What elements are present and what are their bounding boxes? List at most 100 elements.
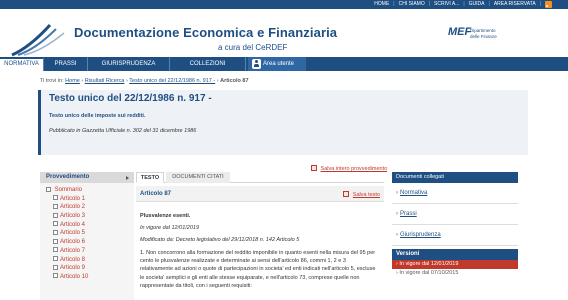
expand-icon[interactable] [53, 229, 58, 235]
expand-icon[interactable] [53, 273, 58, 279]
expand-icon[interactable] [53, 195, 58, 201]
document-subtitle: Testo unico delle imposte sui redditi. [49, 113, 146, 119]
versions-header: Versioni [392, 249, 518, 260]
separator: | [488, 1, 490, 7]
nav-normativa[interactable]: NORMATIVA [0, 57, 44, 71]
save-whole-document-link[interactable]: Salva intero provvedimento [311, 165, 387, 172]
expand-icon[interactable] [53, 256, 58, 261]
related-link-label: Giurisprudenza [400, 232, 441, 238]
breadcrumb-prefix: Ti trovi in: [40, 78, 64, 84]
breadcrumb-current: Articolo 87 [220, 78, 249, 84]
content-tabs: TESTO DOCUMENTI CITATI [136, 172, 384, 183]
top-link-area-riservata[interactable]: AREA RISERVATA [494, 1, 536, 8]
provvedimento-header[interactable]: Provvedimento [40, 172, 134, 183]
rss-icon[interactable] [545, 1, 552, 8]
site-title[interactable]: Documentazione Economica e Finanziaria [74, 25, 337, 40]
article-tree: Sommario Articolo 1 Articolo 2 Articolo … [40, 183, 134, 282]
expand-icon[interactable] [53, 221, 58, 227]
tree-item-label: Articolo 1 [60, 195, 86, 202]
tree-item[interactable]: Articolo 8 [46, 256, 134, 265]
article-heading: Plusvalenze esenti. [140, 213, 191, 219]
mef-line-2: delle Finanze [470, 34, 497, 39]
provvedimento-panel: Provvedimento Sommario Articolo 1 Artico… [40, 172, 134, 300]
arrow-right-icon: › [396, 190, 398, 196]
related-panel: Documenti collegati › Normativa › Prassi ›… [392, 172, 518, 300]
site-header: Documentazione Economica e Finanziaria a… [0, 9, 568, 57]
nav-area-utente[interactable]: Area utente [248, 57, 306, 71]
save-text-label: Salva testo [352, 192, 380, 198]
tree-item-label: Articolo 5 [60, 230, 86, 237]
top-link-chi-siamo[interactable]: CHI SIAMO [399, 1, 425, 8]
version-label: In vigore dal 07/10/2015 [399, 270, 459, 276]
tree-item[interactable]: Articolo 4 [46, 221, 134, 230]
version-previous[interactable]: › In vigore dal 07/10/2015 [392, 269, 518, 278]
mef-department: Dipartimento delle Finanze [470, 28, 497, 40]
save-text-link[interactable]: Salva testo [343, 191, 380, 198]
tree-item[interactable]: Articolo 2 [46, 203, 134, 212]
main-nav: NORMATIVA PRASSI GIURISPRUDENZA COLLEZIO… [0, 57, 568, 71]
breadcrumb-testo-unico[interactable]: Testo unico del 22/12/1986 n. 917 - [129, 78, 215, 84]
expand-icon[interactable] [53, 212, 58, 218]
document-title: Testo unico del 22/12/1986 n. 917 - [49, 93, 212, 104]
tree-item[interactable]: Articolo 7 [46, 247, 134, 256]
nav-area-utente-label: Area utente [263, 61, 295, 67]
expand-icon[interactable] [53, 247, 58, 253]
tab-documenti-citati[interactable]: DOCUMENTI CITATI [166, 172, 230, 183]
nav-giurisprudenza[interactable]: GIURISPRUDENZA [88, 57, 170, 71]
version-label: In vigore dal 12/01/2019 [399, 261, 459, 267]
tree-item-label: Articolo 8 [60, 256, 86, 263]
top-links: HOME | CHI SIAMO | SCRIVI A... | GUIDA |… [374, 1, 552, 8]
mef-logo[interactable]: MEF Dipartimento delle Finanze [448, 26, 508, 56]
article-title: Articolo 87 [140, 191, 172, 197]
arrow-right-icon: › [396, 232, 398, 238]
breadcrumb-home[interactable]: Home [65, 78, 80, 84]
tree-item-label: Articolo 10 [60, 273, 89, 280]
related-link-label: Prassi [400, 211, 417, 217]
tree-item[interactable]: Articolo 1 [46, 195, 134, 204]
collapse-icon[interactable] [46, 186, 51, 192]
article-in-force: In vigore dal 12/01/2019 [140, 225, 200, 232]
tree-item-label: Articolo 9 [60, 265, 86, 272]
related-documents-header: Documenti collegati [392, 172, 518, 183]
top-bar: HOME | CHI SIAMO | SCRIVI A... | GUIDA |… [0, 0, 568, 9]
tree-root-sommario[interactable]: Sommario [46, 186, 134, 195]
nav-collezioni[interactable]: COLLEZIONI [170, 57, 246, 71]
top-link-home[interactable]: HOME [374, 1, 389, 8]
tab-testo[interactable]: TESTO [136, 172, 164, 183]
tree-root-label: Sommario [54, 187, 83, 193]
tree-item[interactable]: Articolo 9 [46, 264, 134, 273]
separator: | [463, 1, 465, 7]
article-content: Articolo 87 Salva testo Plusvalenze esen… [136, 186, 384, 300]
pdf-icon [311, 165, 317, 171]
tree-item-label: Articolo 2 [60, 204, 86, 211]
related-link-prassi[interactable]: › Prassi [392, 204, 518, 225]
version-active[interactable]: › In vigore dal 12/01/2019 [392, 260, 518, 269]
separator: | [539, 1, 541, 7]
document-summary: Testo unico del 22/12/1986 n. 917 - Test… [38, 90, 528, 155]
tree-item[interactable]: Articolo 6 [46, 238, 134, 247]
nav-prassi[interactable]: PRASSI [44, 57, 88, 71]
article-comma-1: 1. Non concorrono alla formazione del re… [140, 249, 376, 289]
article-body: Plusvalenze esenti. In vigore dal 12/01/… [140, 212, 380, 290]
related-link-normativa[interactable]: › Normativa [392, 183, 518, 204]
breadcrumb: Ti trovi in: Home › Risultati Ricerca › … [40, 78, 249, 84]
tree-item-label: Articolo 7 [60, 247, 86, 254]
breadcrumb-risultati[interactable]: Risultati Ricerca [85, 78, 125, 84]
related-link-giurisprudenza[interactable]: › Giurisprudenza [392, 225, 518, 246]
tree-item[interactable]: Articolo 3 [46, 212, 134, 221]
top-link-scrivi[interactable]: SCRIVI A... [434, 1, 459, 8]
expand-icon[interactable] [53, 203, 58, 209]
article-header: Articolo 87 Salva testo [136, 186, 384, 202]
tree-item-label: Articolo 4 [60, 221, 86, 228]
site-subtitle: a cura del CeRDEF [218, 43, 288, 52]
tree-item-label: Articolo 6 [60, 239, 86, 246]
tree-item[interactable]: Articolo 5 [46, 229, 134, 238]
top-link-guida[interactable]: GUIDA [469, 1, 485, 8]
separator: | [393, 1, 395, 7]
tree-item-label: Articolo 3 [60, 213, 86, 220]
expand-icon[interactable] [53, 264, 58, 270]
document-publication: Pubblicato in Gazzetta Ufficiale n. 302 … [49, 128, 197, 134]
expand-icon[interactable] [53, 238, 58, 244]
tree-item[interactable]: Articolo 10 [46, 273, 134, 282]
pdf-icon [343, 191, 350, 197]
